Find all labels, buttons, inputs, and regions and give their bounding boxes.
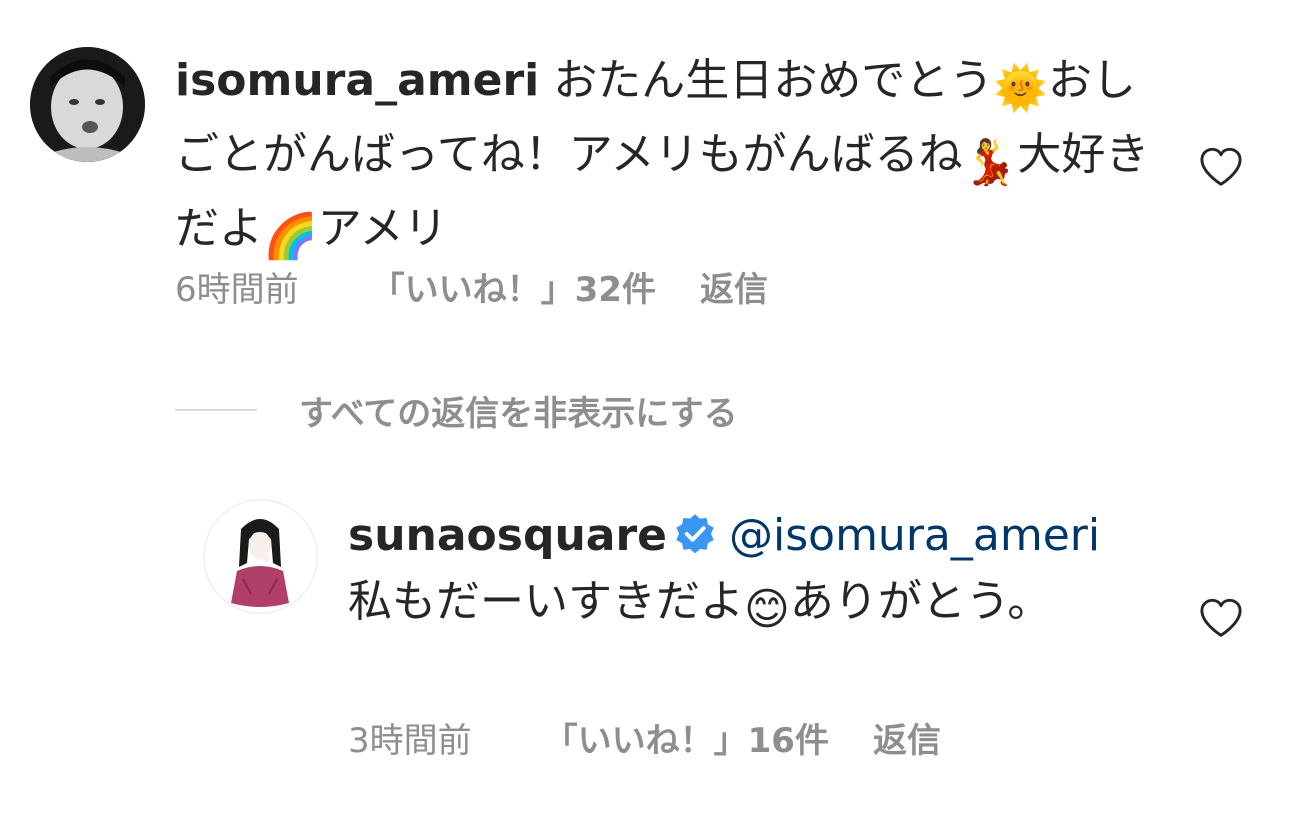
reply-timestamp: 3時間前: [348, 721, 472, 761]
smiling-face-emoji-icon: 😊: [744, 584, 790, 635]
reply-text-part: 私もだーいすきだよ: [348, 576, 744, 627]
reply-mention-link[interactable]: @isomura_ameri: [729, 510, 1100, 561]
avatar-sunaosquare[interactable]: [203, 499, 318, 614]
avatar-image: [204, 500, 317, 613]
comment-timestamp: 6時間前: [175, 270, 299, 310]
comment-reply-button[interactable]: 返信: [700, 270, 768, 310]
comment-text-part: おたん生日おめでとう: [553, 55, 994, 106]
reply-body: sunaosquare @isomura_ameri 私もだーいすきだよ😊ありがとう…: [348, 503, 1108, 643]
reply-meta: 3時間前 「いいね！」16件 返信: [348, 719, 941, 763]
heart-icon[interactable]: [1199, 147, 1243, 187]
dancer-emoji-icon: 💃: [962, 137, 1018, 188]
verified-badge-icon: [673, 509, 717, 554]
hide-replies-divider: [175, 409, 257, 411]
hide-replies-button[interactable]: すべての返信を非表示にする: [175, 385, 738, 435]
reply-reply-button[interactable]: 返信: [873, 721, 941, 761]
reply-username[interactable]: sunaosquare: [348, 510, 667, 561]
reply-likes-count[interactable]: 「いいね！」16件: [544, 721, 829, 761]
sun-emoji-icon: 🌞: [993, 63, 1049, 114]
comment-username[interactable]: isomura_ameri: [175, 55, 539, 106]
heart-outline-icon: [1200, 598, 1242, 637]
hide-replies-label: すべての返信を非表示にする: [299, 393, 738, 434]
heart-outline-icon: [1200, 147, 1242, 186]
rainbow-emoji-icon: 🌈: [263, 211, 318, 262]
avatar-isomura-ameri[interactable]: [30, 47, 145, 162]
comment-meta: 6時間前 「いいね！」32件 返信: [175, 268, 768, 312]
comment-likes-count[interactable]: 「いいね！」32件: [371, 270, 656, 310]
heart-icon[interactable]: [1199, 598, 1243, 638]
comment-text-part: アメリ: [317, 203, 448, 254]
reply-text-part: ありがとう。: [789, 576, 1052, 627]
comment-body: isomura_ameri おたん生日おめでとう🌞おしごとがんばってね！アメリもが…: [175, 48, 1165, 270]
avatar-image: [30, 47, 145, 162]
